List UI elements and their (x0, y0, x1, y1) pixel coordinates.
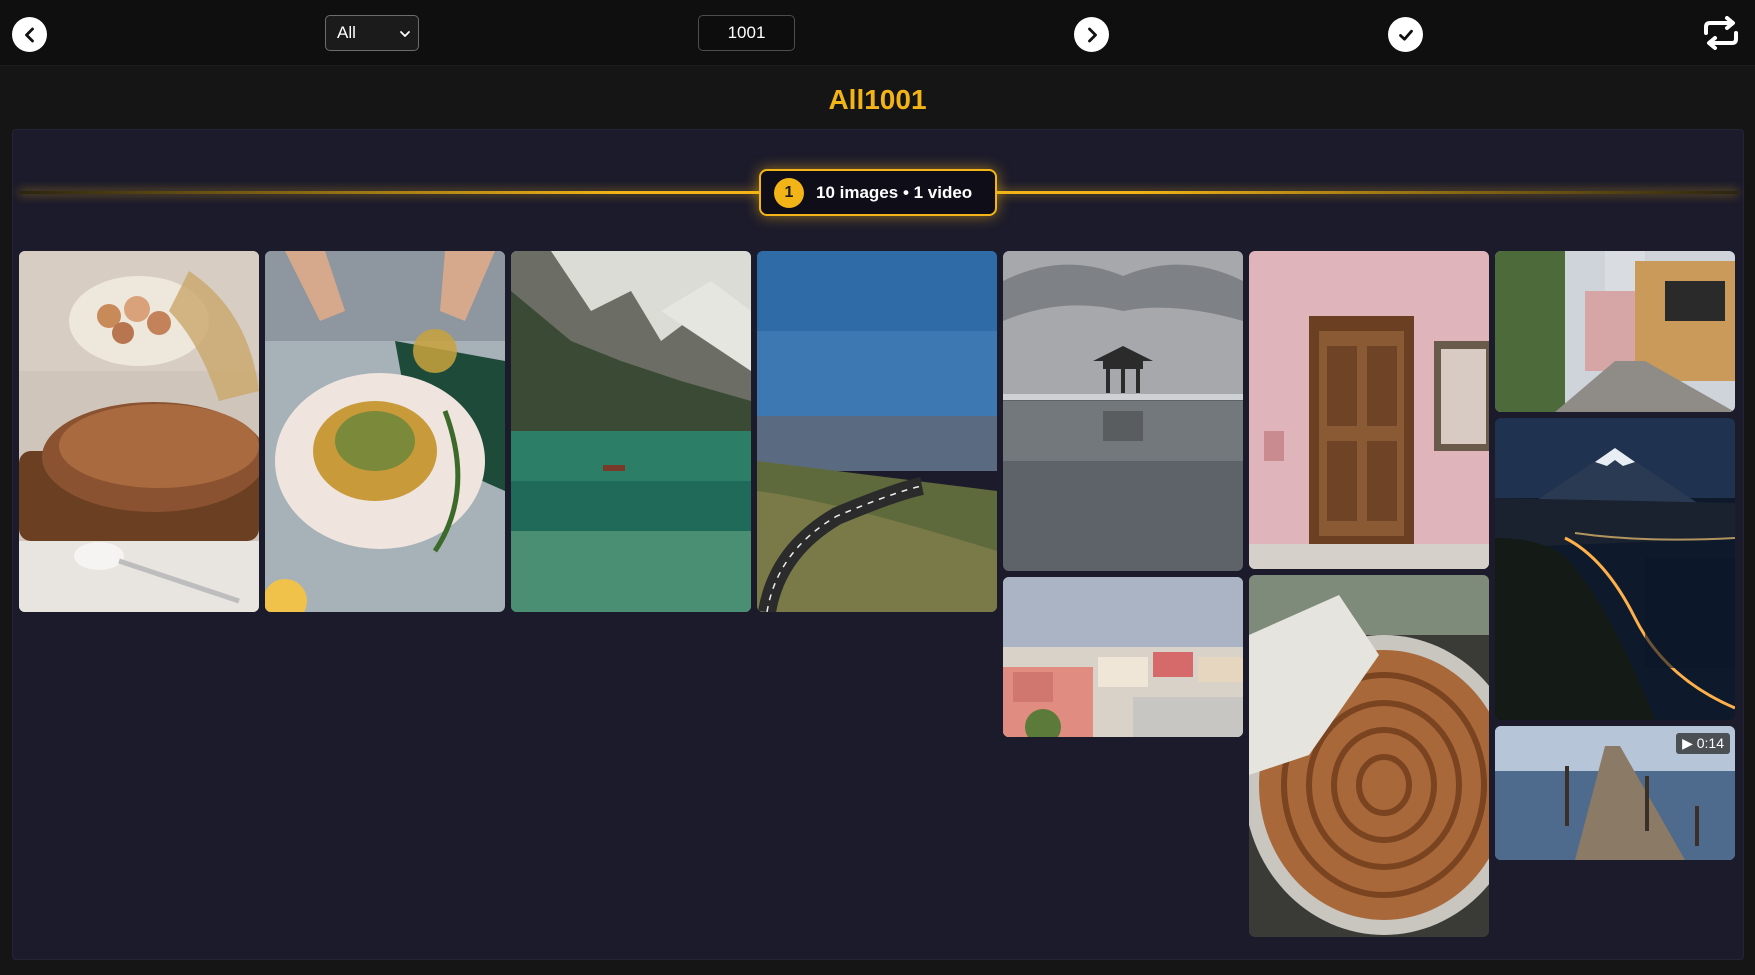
pavilion-water-picture (1003, 251, 1243, 571)
mountain-lake-picture (511, 251, 751, 612)
confirm-button[interactable] (1388, 17, 1423, 52)
mountain-lake-image[interactable] (511, 251, 751, 612)
group-summary: 10 images • 1 video (816, 182, 973, 202)
top-toolbar: All 1001 (0, 0, 1755, 66)
coastal-road-image[interactable] (757, 251, 997, 612)
group-index: 1 (774, 177, 804, 208)
bread-eggs-image[interactable] (19, 251, 259, 612)
group-header-badge[interactable]: 1 10 images • 1 video (759, 169, 997, 216)
baked-pastry-image[interactable] (1249, 575, 1489, 937)
coastal-road-picture (757, 251, 997, 612)
page-number-value: 1001 (727, 23, 766, 42)
city-street-image[interactable] (1495, 251, 1735, 412)
bread-eggs-picture (19, 251, 259, 612)
next-button[interactable] (1074, 17, 1109, 52)
previous-button[interactable] (12, 17, 47, 52)
pavilion-water-image[interactable] (1003, 251, 1243, 571)
city-street-picture (1495, 251, 1735, 412)
repeat-icon (1704, 16, 1738, 50)
pink-wall-door-image[interactable] (1249, 251, 1489, 569)
page-number-input[interactable]: 1001 (698, 15, 795, 51)
filter-select[interactable]: All (325, 15, 419, 51)
pink-wall-door-picture (1249, 251, 1489, 569)
chevron-right-icon (1087, 27, 1097, 42)
video-duration-badge: ▶ 0:14 (1676, 733, 1730, 754)
pink-houses-picture (1003, 577, 1243, 737)
gallery-panel: 1 10 images • 1 video ▶ 0:14 (12, 129, 1744, 960)
chevron-down-icon (400, 31, 410, 37)
checkmark-icon (1398, 29, 1413, 41)
wooden-pier-video[interactable]: ▶ 0:14 (1495, 726, 1735, 860)
mount-fuji-night-image[interactable] (1495, 418, 1735, 720)
repeat-button[interactable] (1700, 16, 1742, 50)
baked-pastry-picture (1249, 575, 1489, 937)
artichoke-dish-image[interactable] (265, 251, 505, 612)
filter-select-value: All (337, 23, 356, 42)
pink-houses-image[interactable] (1003, 577, 1243, 737)
chevron-left-icon (24, 27, 34, 42)
mount-fuji-night-picture (1495, 418, 1735, 720)
page-title: All1001 (828, 84, 927, 115)
artichoke-dish-picture (265, 251, 505, 612)
